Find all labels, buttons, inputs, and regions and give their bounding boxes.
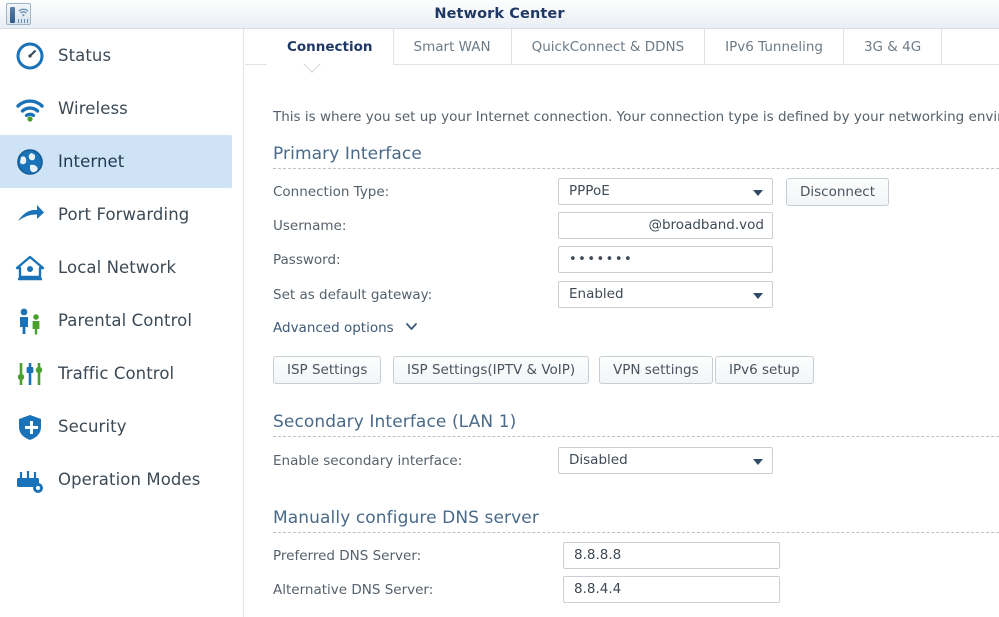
sidebar-item-parental-control[interactable]: Parental Control <box>0 294 243 347</box>
section-divider-dns <box>273 532 999 533</box>
alternative-dns-value: 8.8.4.4 <box>574 581 622 597</box>
chevron-down-icon <box>406 323 417 330</box>
tab-bar: Connection Smart WAN QuickConnect & DDNS… <box>245 29 999 65</box>
label-alternative-dns: Alternative DNS Server: <box>273 582 434 598</box>
section-title-secondary-interface: Secondary Interface (LAN 1) <box>273 412 517 432</box>
label-username: Username: <box>273 218 347 234</box>
wifi-icon <box>16 98 44 122</box>
advanced-options-label: Advanced options <box>273 320 394 336</box>
sidebar-item-port-forwarding[interactable]: Port Forwarding <box>0 188 243 241</box>
label-connection-type: Connection Type: <box>273 184 390 200</box>
sidebar-item-label: Traffic Control <box>58 364 175 383</box>
chevron-down-icon <box>753 459 763 465</box>
advanced-options-toggle[interactable]: Advanced options <box>273 320 417 336</box>
sliders-icon <box>17 362 43 385</box>
sidebar-item-local-network[interactable]: Local Network <box>0 241 243 294</box>
preferred-dns-value: 8.8.8.8 <box>574 547 622 563</box>
sidebar-item-wireless[interactable]: Wireless <box>0 82 243 135</box>
window-title: Network Center <box>434 6 565 22</box>
sidebar-item-label: Security <box>58 417 127 436</box>
sidebar-item-status[interactable]: Status <box>0 29 243 82</box>
gauge-icon <box>16 42 44 69</box>
family-icon <box>20 308 40 334</box>
sidebar-item-operation-modes[interactable]: Operation Modes <box>0 453 243 506</box>
chevron-down-icon <box>753 293 763 299</box>
window-titlebar: Network Center <box>0 0 999 29</box>
sidebar-nav: Status Wireless Internet Port Forwarding… <box>0 29 244 617</box>
chevron-down-icon <box>753 190 763 196</box>
sidebar-item-label: Parental Control <box>58 311 193 330</box>
isp-settings-iptv-voip-button[interactable]: ISP Settings(IPTV & VoIP) <box>393 356 590 384</box>
connection-type-select[interactable]: PPPoE <box>558 178 773 205</box>
vpn-settings-button[interactable]: VPN settings <box>599 356 713 384</box>
house-icon <box>15 255 45 280</box>
sidebar-item-label: Local Network <box>58 258 177 277</box>
sidebar-item-label: Wireless <box>58 99 128 118</box>
sidebar-item-label: Status <box>58 46 112 65</box>
section-title-dns: Manually configure DNS server <box>273 508 539 528</box>
section-title-primary-interface: Primary Interface <box>273 144 422 164</box>
default-gateway-value: Enabled <box>569 286 624 302</box>
sidebar-item-security[interactable]: Security <box>0 400 243 453</box>
arrow-forward-icon <box>18 204 44 221</box>
label-enable-secondary-interface: Enable secondary interface: <box>273 453 463 469</box>
isp-settings-button[interactable]: ISP Settings <box>273 356 382 384</box>
router-gear-icon <box>17 470 43 493</box>
username-input[interactable]: @broadband.vod <box>558 212 773 239</box>
default-gateway-select[interactable]: Enabled <box>558 281 773 308</box>
section-divider-secondary <box>273 436 999 437</box>
tab-quickconnect-ddns[interactable]: QuickConnect & DDNS <box>512 29 706 65</box>
globe-icon <box>17 148 43 175</box>
section-divider-primary <box>273 168 999 169</box>
tab-connection[interactable]: Connection <box>267 29 394 65</box>
connection-type-value: PPPoE <box>569 183 610 199</box>
preferred-dns-input[interactable]: 8.8.8.8 <box>563 542 780 569</box>
sidebar-item-label: Internet <box>58 152 125 171</box>
alternative-dns-input[interactable]: 8.8.4.4 <box>563 576 780 603</box>
content-area: Connection Smart WAN QuickConnect & DDNS… <box>245 29 999 617</box>
sidebar-item-label: Port Forwarding <box>58 205 190 224</box>
ipv6-setup-button[interactable]: IPv6 setup <box>715 356 814 384</box>
password-value: ••••••• <box>569 252 634 267</box>
connection-panel: This is where you set up your Internet c… <box>245 65 999 617</box>
password-input[interactable]: ••••••• <box>558 246 773 273</box>
username-value: @broadband.vod <box>648 217 764 233</box>
tab-ipv6-tunneling[interactable]: IPv6 Tunneling <box>705 29 844 65</box>
disconnect-button[interactable]: Disconnect <box>786 178 889 206</box>
tab-3g-4g[interactable]: 3G & 4G <box>844 29 943 65</box>
sidebar-item-traffic-control[interactable]: Traffic Control <box>0 347 243 400</box>
network-center-window: Network Center Status Wireless Internet … <box>0 0 999 617</box>
enable-secondary-interface-select[interactable]: Disabled <box>558 447 773 474</box>
sidebar-item-internet[interactable]: Internet <box>0 135 232 188</box>
enable-secondary-interface-value: Disabled <box>569 452 628 468</box>
tab-smart-wan[interactable]: Smart WAN <box>394 29 512 65</box>
shield-icon <box>19 414 41 440</box>
label-preferred-dns: Preferred DNS Server: <box>273 548 422 564</box>
sidebar-item-label: Operation Modes <box>58 470 201 489</box>
panel-description: This is where you set up your Internet c… <box>273 109 999 125</box>
label-default-gateway: Set as default gateway: <box>273 287 433 303</box>
label-password: Password: <box>273 252 341 268</box>
